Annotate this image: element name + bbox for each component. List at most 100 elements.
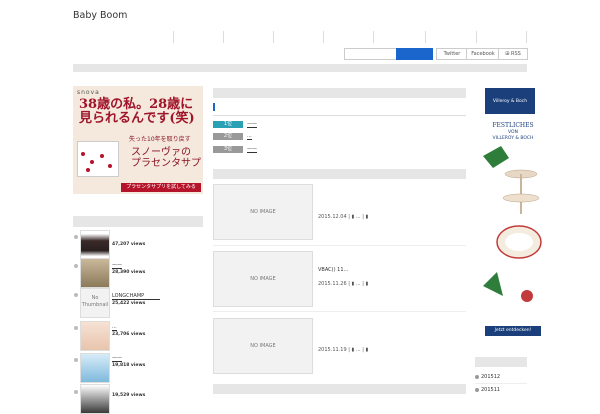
post-date-value: 2015.11.19 (318, 347, 347, 353)
popular-views: 47,207 views (112, 242, 146, 247)
folder-icon: ▮ (351, 347, 355, 353)
popular-thumb[interactable] (80, 353, 110, 383)
ranking-marker (213, 103, 215, 111)
no-thumbnail-label: No Thumbnail (81, 295, 109, 308)
archive-bullet-icon (475, 374, 479, 379)
post-date: 2015.11.19 | ▮ ... | ▮ (318, 347, 369, 353)
capsule-icon (86, 168, 90, 172)
ad-heading: FESTLICHES (492, 122, 534, 129)
post-thumbnail[interactable]: NO IMAGE (213, 184, 313, 240)
rank-title-2[interactable]: ... (247, 133, 252, 140)
ad-product: スノーヴァの プラセンタサプリ (131, 147, 203, 169)
rank-badge-3: 3位 (213, 146, 243, 153)
list-bullet-icon (74, 390, 78, 394)
divider (213, 245, 466, 246)
capsule-icon (81, 152, 85, 156)
search-button[interactable] (396, 48, 433, 60)
nav-divider (425, 31, 426, 43)
ad-cta-button[interactable]: Jetzt entdecken! (485, 326, 541, 336)
rank-badge-1: 1位 (213, 121, 243, 128)
ad-brand-logo: Villeroy & Boch (485, 88, 535, 114)
pagination-bar (213, 384, 466, 394)
popular-thumb[interactable] (80, 230, 110, 260)
nav-divider (173, 31, 174, 43)
ad-cta-button[interactable]: プラセンタサプリを試してみる (121, 183, 201, 192)
popular-title[interactable]: —— (112, 262, 122, 269)
list-bullet-icon (74, 358, 78, 362)
list-bullet-icon (74, 264, 78, 268)
site-title[interactable]: Baby Boom (73, 10, 127, 21)
list-bullet-icon (74, 326, 78, 330)
capsule-icon (108, 164, 112, 168)
nav-divider (273, 31, 274, 43)
popular-title[interactable]: —— (112, 355, 122, 362)
ad-logo: snova (77, 89, 100, 96)
nav-divider (323, 31, 324, 43)
rss-icon: ⊞ (505, 51, 510, 57)
rss-label: RSS (510, 51, 521, 57)
ad-headline-line2: 見られるんです(笑) (79, 111, 195, 126)
capsule-icon (90, 160, 94, 164)
post-date-value: 2015.11.26 (318, 281, 347, 287)
product-box-image (77, 141, 119, 177)
post-thumbnail[interactable]: NO IMAGE (213, 318, 313, 374)
tag-icon: ▮ (365, 214, 369, 220)
search-input[interactable] (344, 48, 397, 60)
festive-tableware-image (483, 146, 542, 302)
popular-views: 28,390 views (112, 270, 146, 275)
divider (475, 383, 527, 384)
divider (213, 311, 466, 312)
popular-thumb[interactable] (80, 321, 110, 351)
rank-badge-2: 2位 (213, 133, 243, 140)
folder-icon: ▮ (351, 214, 355, 220)
popular-views: 19,818 views (112, 363, 146, 368)
folder-icon: ▮ (351, 281, 355, 287)
post-date: 2015.12.04 | ▮ ... | ▮ (318, 214, 369, 220)
post-title[interactable]: VBAC() 11... (318, 267, 348, 273)
archive-label: 201511 (481, 387, 501, 393)
tag-icon: ▮ (365, 281, 369, 287)
twitter-button[interactable]: Twitter (436, 48, 468, 60)
divider (213, 115, 466, 116)
rss-button[interactable]: ⊞ RSS (498, 48, 528, 60)
posts-header (213, 169, 466, 179)
nav-divider (373, 31, 374, 43)
left-advertisement[interactable]: snova 38歳の私。28歳に 見られるんです(笑) 失った10年を取り戻す … (73, 86, 203, 194)
capsule-icon (100, 154, 104, 158)
nav-divider (526, 31, 527, 43)
banner-strip (73, 64, 527, 72)
list-bullet-icon (74, 235, 78, 239)
post-date: 2015.11.26 | ▮ ... | ▮ (318, 281, 369, 287)
popular-widget-header (73, 216, 203, 227)
post-date-value: 2015.12.04 (318, 214, 347, 220)
popular-views: 19,529 views (112, 393, 146, 398)
archive-label: 201512 (481, 374, 501, 380)
popular-title[interactable]: ... (112, 324, 117, 331)
tag-icon: ▮ (365, 347, 369, 353)
rank-title-1[interactable]: —— (247, 121, 257, 128)
right-advertisement[interactable]: Villeroy & Boch FESTLICHES VON VILLEROY … (483, 86, 543, 344)
archive-item[interactable]: 201511 (475, 387, 500, 393)
ad-von: VON (508, 130, 518, 135)
list-bullet-icon (74, 293, 78, 297)
main-navigation (73, 31, 527, 43)
archive-item[interactable]: 201512 (475, 374, 500, 380)
ad-headline: 38歳の私。28歳に 見られるんです(笑) (79, 98, 195, 126)
popular-thumb[interactable] (80, 258, 110, 288)
archive-widget-header (475, 357, 527, 367)
popular-title[interactable]: LONGCHAMP (112, 293, 160, 300)
ad-subtext: 失った10年を取り戻す (129, 136, 191, 143)
ranking-header (213, 88, 466, 98)
popular-views: 23,706 views (112, 332, 146, 337)
facebook-button[interactable]: Facebook (466, 48, 500, 60)
nav-divider (223, 31, 224, 43)
ad-headline-line1: 38歳の私。28歳に (79, 97, 194, 112)
popular-views: 25,422 views (112, 301, 146, 306)
nav-divider (476, 31, 477, 43)
ad-brand-text: VILLEROY & BOCH (492, 136, 534, 141)
archive-bullet-icon (475, 387, 479, 392)
popular-thumb[interactable] (80, 384, 110, 414)
rank-title-3[interactable]: —— (247, 146, 257, 153)
post-thumbnail[interactable]: NO IMAGE (213, 251, 313, 307)
popular-thumb[interactable]: No Thumbnail (80, 288, 110, 318)
